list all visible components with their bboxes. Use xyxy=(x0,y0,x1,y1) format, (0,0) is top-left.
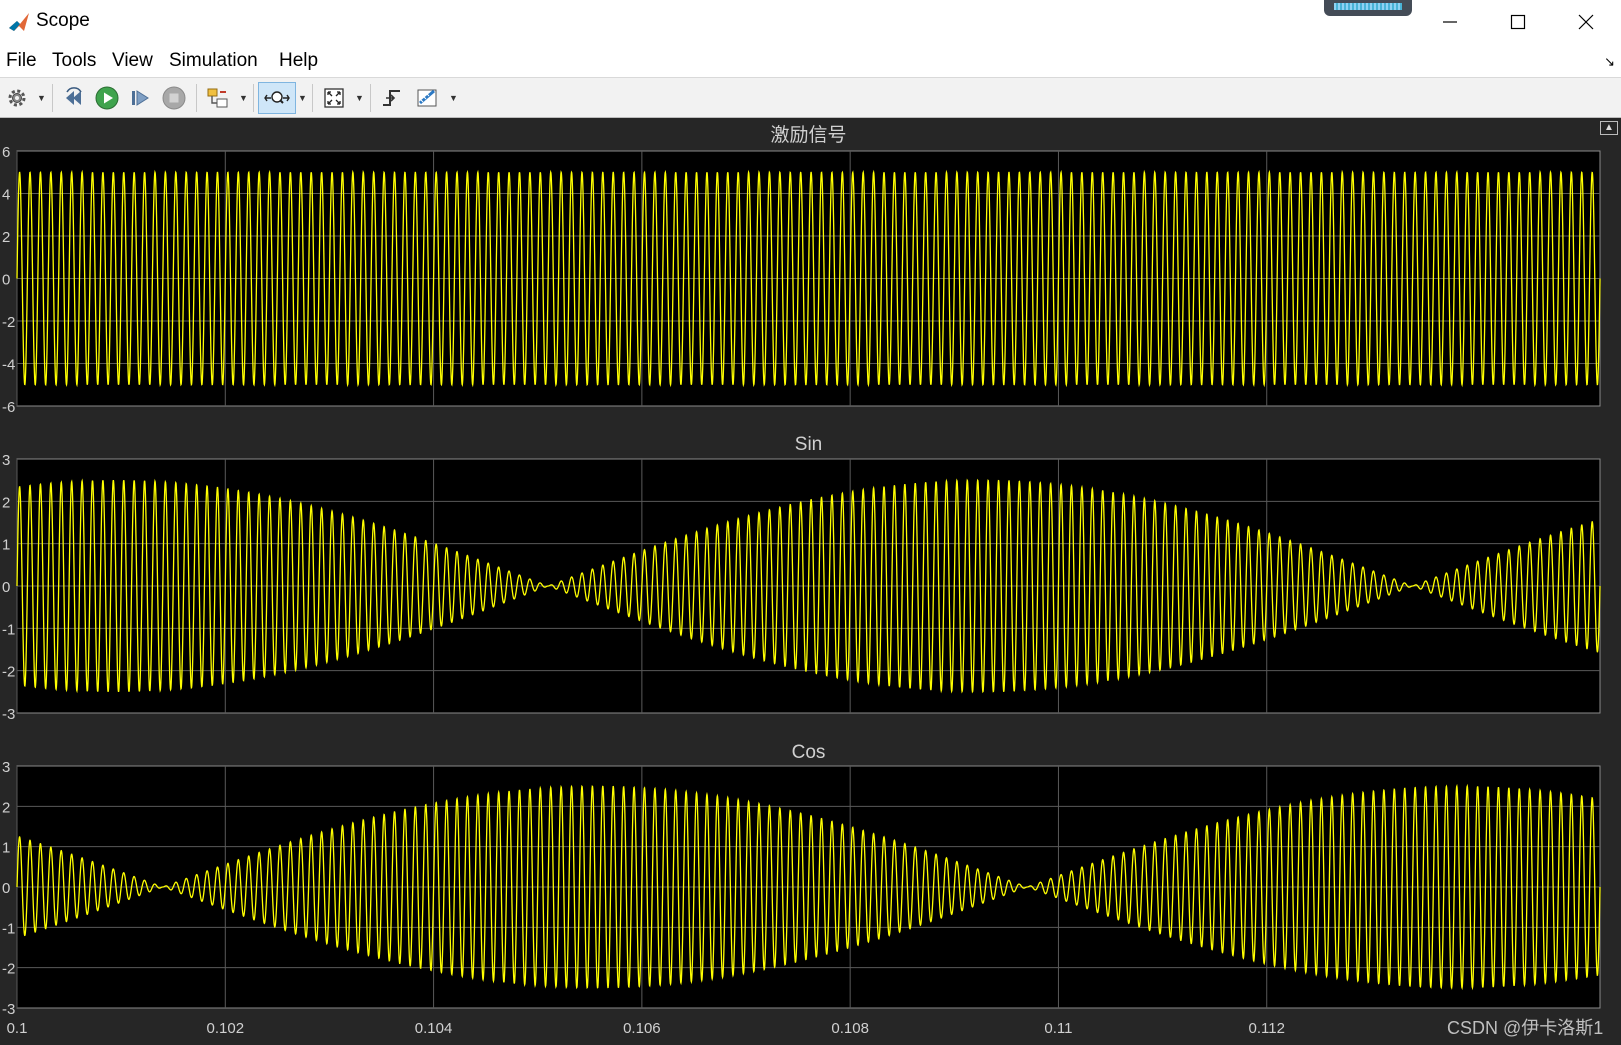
collapse-toolstrip-icon[interactable]: ↘ xyxy=(1604,54,1615,70)
plot-title: 激励信号 xyxy=(770,124,846,146)
menu-help[interactable]: Help xyxy=(279,50,318,72)
minimize-icon xyxy=(1443,21,1457,23)
y-tick-label: 2 xyxy=(2,799,10,816)
y-tick-label: 3 xyxy=(2,452,10,469)
menu-view[interactable]: View xyxy=(112,50,153,72)
toolbar-separator xyxy=(312,84,313,112)
autoscale-icon xyxy=(324,88,344,108)
plot-title: Sin xyxy=(795,434,822,455)
step-forward-icon xyxy=(132,90,149,106)
y-tick-label: 3 xyxy=(2,759,10,776)
toolbar: ▼ ▼ ▼ ▼ ▼ xyxy=(0,78,1621,118)
y-tick-label: -2 xyxy=(2,664,15,681)
y-tick-label: -6 xyxy=(2,399,15,416)
menu-bar: File Tools View Simulation Help ↘ xyxy=(0,44,1621,78)
watermark: CSDN @伊卡洛斯1 xyxy=(1447,1018,1604,1038)
toolbar-separator xyxy=(370,84,371,112)
menu-tools[interactable]: Tools xyxy=(52,50,96,72)
gear-icon xyxy=(8,89,26,107)
triggers-icon xyxy=(383,90,400,106)
y-tick-label: 1 xyxy=(2,840,10,857)
close-button[interactable] xyxy=(1552,0,1620,44)
measurements-dropdown-icon[interactable]: ▼ xyxy=(449,93,458,103)
y-tick-label: -1 xyxy=(2,920,15,937)
highlight-block-button[interactable] xyxy=(204,82,232,114)
autoscale-dropdown-icon[interactable]: ▼ xyxy=(355,93,364,103)
y-tick-label: 2 xyxy=(2,229,10,246)
menu-file[interactable]: File xyxy=(6,50,37,72)
plot-title: Cos xyxy=(792,742,826,763)
scope-plots: 激励信号 6 4 2 0 -2 -4 -6 Sin 3 2 1 0 -1 -2 -3 Cos 3 2 1 0 -1 -2 -3… xyxy=(2,124,1601,1037)
measurements-button[interactable] xyxy=(414,82,442,114)
maximize-button[interactable] xyxy=(1484,0,1552,44)
y-tick-label: 0 xyxy=(2,579,10,596)
close-icon xyxy=(1578,14,1594,30)
settings-dropdown-icon[interactable]: ▼ xyxy=(37,93,46,103)
title-bar: Scope xyxy=(0,0,1621,44)
zoom-icon xyxy=(264,91,290,104)
x-tick-label: 0.11 xyxy=(1044,1020,1072,1037)
y-tick-label: -2 xyxy=(2,314,15,331)
y-tick-label: -2 xyxy=(2,961,15,978)
step-back-icon xyxy=(66,87,82,105)
stop-button[interactable] xyxy=(160,82,188,114)
y-tick-label: -3 xyxy=(2,1001,15,1018)
step-back-button[interactable] xyxy=(60,82,88,114)
run-icon xyxy=(95,86,119,110)
measurements-icon xyxy=(417,89,437,107)
maximize-icon xyxy=(1510,14,1526,30)
run-button[interactable] xyxy=(93,82,121,114)
y-tick-label: -1 xyxy=(2,621,15,638)
toolbar-separator xyxy=(196,84,197,112)
triggers-button[interactable] xyxy=(378,82,406,114)
y-tick-label: 1 xyxy=(2,537,10,554)
settings-button[interactable] xyxy=(4,82,30,114)
y-tick-label: 4 xyxy=(2,187,10,204)
zoom-button[interactable] xyxy=(258,82,296,114)
autoscale-button[interactable] xyxy=(320,82,348,114)
window-title: Scope xyxy=(36,10,90,31)
toolbar-separator xyxy=(253,84,254,112)
window-handle[interactable] xyxy=(1324,0,1412,16)
highlight-dropdown-icon[interactable]: ▼ xyxy=(239,93,248,103)
matlab-logo-icon xyxy=(9,13,29,31)
x-tick-label: 0.108 xyxy=(831,1020,869,1037)
highlight-block-icon xyxy=(207,88,228,108)
y-tick-label: -4 xyxy=(2,357,15,374)
y-tick-label: 0 xyxy=(2,880,10,897)
stop-icon xyxy=(162,86,186,110)
x-tick-label: 0.112 xyxy=(1249,1020,1285,1037)
y-tick-label: 2 xyxy=(2,494,10,511)
step-forward-button[interactable] xyxy=(127,82,155,114)
y-tick-label: -3 xyxy=(2,706,15,723)
x-tick-label: 0.106 xyxy=(623,1020,661,1037)
x-tick-label: 0.104 xyxy=(415,1020,453,1037)
menu-simulation[interactable]: Simulation xyxy=(169,50,258,72)
toolbar-separator xyxy=(52,84,53,112)
x-tick-label: 0.1 xyxy=(7,1020,28,1037)
zoom-dropdown-icon[interactable]: ▼ xyxy=(298,93,307,103)
minimize-button[interactable] xyxy=(1416,0,1484,44)
y-tick-label: 0 xyxy=(2,272,10,289)
x-tick-label: 0.102 xyxy=(207,1020,245,1037)
y-tick-label: 6 xyxy=(2,144,10,161)
